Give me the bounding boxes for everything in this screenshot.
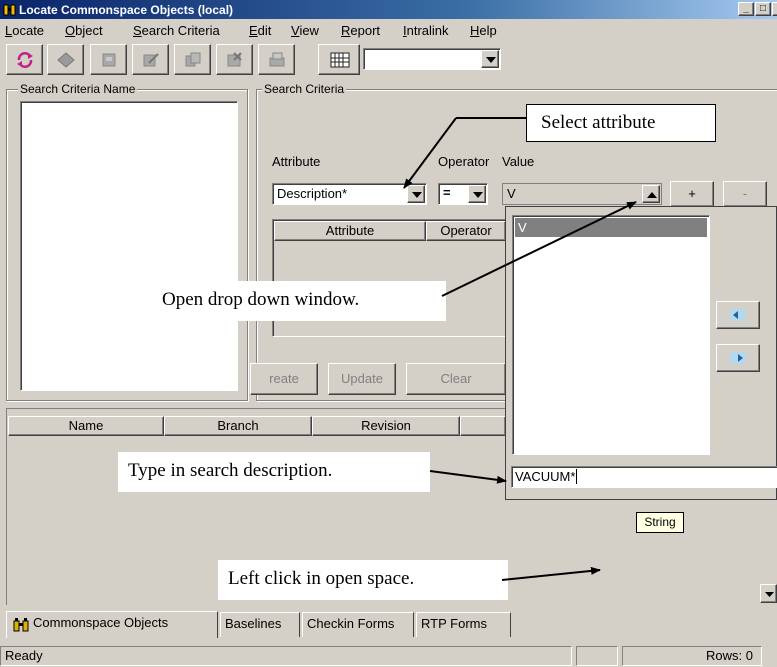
criteria-name-list[interactable] [20,101,238,391]
value-label: Value [502,154,535,169]
checkout-icon [102,53,116,67]
plus-button[interactable]: + [670,181,714,207]
tab-commonspace-objects-label: Commonspace Objects [33,615,169,630]
criteria-column-operator[interactable]: Operator [426,221,506,241]
menu-bar: Locate Object Search Criteria Edit View … [0,19,777,41]
minus-button[interactable]: - [723,181,767,207]
callout-left-click: Left click in open space. [218,560,508,600]
scroll-down-button[interactable] [760,584,777,603]
value-dropdown-input[interactable]: VACUUM* [511,466,777,488]
status-rows: Rows: 0 [622,646,762,666]
move-right-button[interactable] [716,344,760,372]
checkout-tool-button[interactable] [90,44,127,75]
diamond-icon [57,52,75,68]
callout-select-attribute: Select attribute [526,104,716,142]
callout-type-description: Type in search description. [118,452,430,492]
update-button[interactable]: Update [328,363,396,395]
attribute-combo-value: Description* [277,186,348,201]
value-dropup-button[interactable] [642,185,660,203]
copy-tool-button[interactable] [174,44,211,75]
tab-checkin-forms[interactable]: Checkin Forms [302,612,414,637]
tab-commonspace-objects[interactable]: Commonspace Objects [6,611,218,638]
results-column-name[interactable]: Name [8,416,164,436]
status-text: Ready [0,646,572,666]
menu-help[interactable]: Help [470,23,497,38]
string-tooltip: String [636,512,684,533]
clear-button[interactable]: Clear [406,363,506,395]
menu-search-criteria[interactable]: Search Criteria [133,23,220,38]
refresh-icon [17,52,33,68]
delete-tool-button[interactable] [216,44,253,75]
menu-object[interactable]: Object [65,23,103,38]
tab-baselines[interactable]: Baselines [220,612,300,637]
triangle-up-icon [647,192,657,198]
callout-open-dropdown: Open drop down window. [152,281,446,321]
triangle-down-icon [473,192,483,198]
close-button[interactable]: x [772,2,777,16]
value-combo-value: V [507,186,516,201]
operator-dropdown-button[interactable] [468,185,486,203]
text-cursor [576,469,578,484]
attribute-dropdown-button[interactable] [407,185,425,203]
attribute-combo[interactable]: Description* [272,183,427,205]
binoculars-icon [3,4,16,16]
value-dropdown-input-text: VACUUM* [515,469,576,484]
results-column-branch[interactable]: Branch [164,416,312,436]
search-criteria-title: Search Criteria [262,82,347,96]
tab-rtp-forms[interactable]: RTP Forms [416,612,511,637]
triangle-down-icon [765,592,774,597]
grid-tool-button[interactable] [318,44,360,75]
menu-locate[interactable]: Locate [5,23,44,38]
binoculars-icon [13,618,29,632]
results-column-more[interactable] [460,416,506,436]
value-dropdown-popup: V VACUUM* [505,206,777,500]
refresh-tool-button[interactable] [6,44,43,75]
delete-icon [227,52,242,67]
edit-tool-button[interactable] [132,44,169,75]
triangle-down-icon [486,57,496,63]
title-bar: Locate Commonspace Objects (local) _ □ x [0,0,777,19]
edit-icon [143,53,159,67]
menu-view[interactable]: View [291,23,319,38]
criteria-name-title: Search Criteria Name [18,82,138,96]
print-tool-button[interactable] [258,44,295,75]
maximize-button[interactable]: □ [755,2,771,16]
criteria-column-attribute[interactable]: Attribute [274,221,426,241]
locate-tool-button[interactable] [47,44,84,75]
status-pane-2 [576,646,618,666]
operator-combo-value: = [443,185,451,200]
operator-combo[interactable]: = [438,183,488,205]
create-button[interactable]: reate [250,363,318,395]
value-dropdown-list[interactable]: V [512,215,710,455]
move-left-button[interactable] [716,301,760,329]
menu-intralink[interactable]: Intralink [403,23,449,38]
arrow-left-icon [730,309,746,321]
grid-icon [330,52,350,68]
value-combo[interactable]: V [502,183,662,205]
copy-icon [185,52,201,67]
results-column-revision[interactable]: Revision [312,416,460,436]
operator-label: Operator [438,154,490,169]
menu-report[interactable]: Report [341,23,380,38]
menu-edit[interactable]: Edit [249,23,271,38]
attribute-label: Attribute [272,154,321,169]
minimize-button[interactable]: _ [738,2,754,16]
arrow-right-icon [730,352,746,364]
triangle-down-icon [412,192,422,198]
value-dropdown-item-selected[interactable]: V [515,218,707,237]
window-title: Locate Commonspace Objects (local) [19,3,234,17]
toolbar-combo[interactable] [363,48,501,70]
toolbar-combo-dropdown-button[interactable] [481,50,499,68]
print-icon [269,52,285,67]
